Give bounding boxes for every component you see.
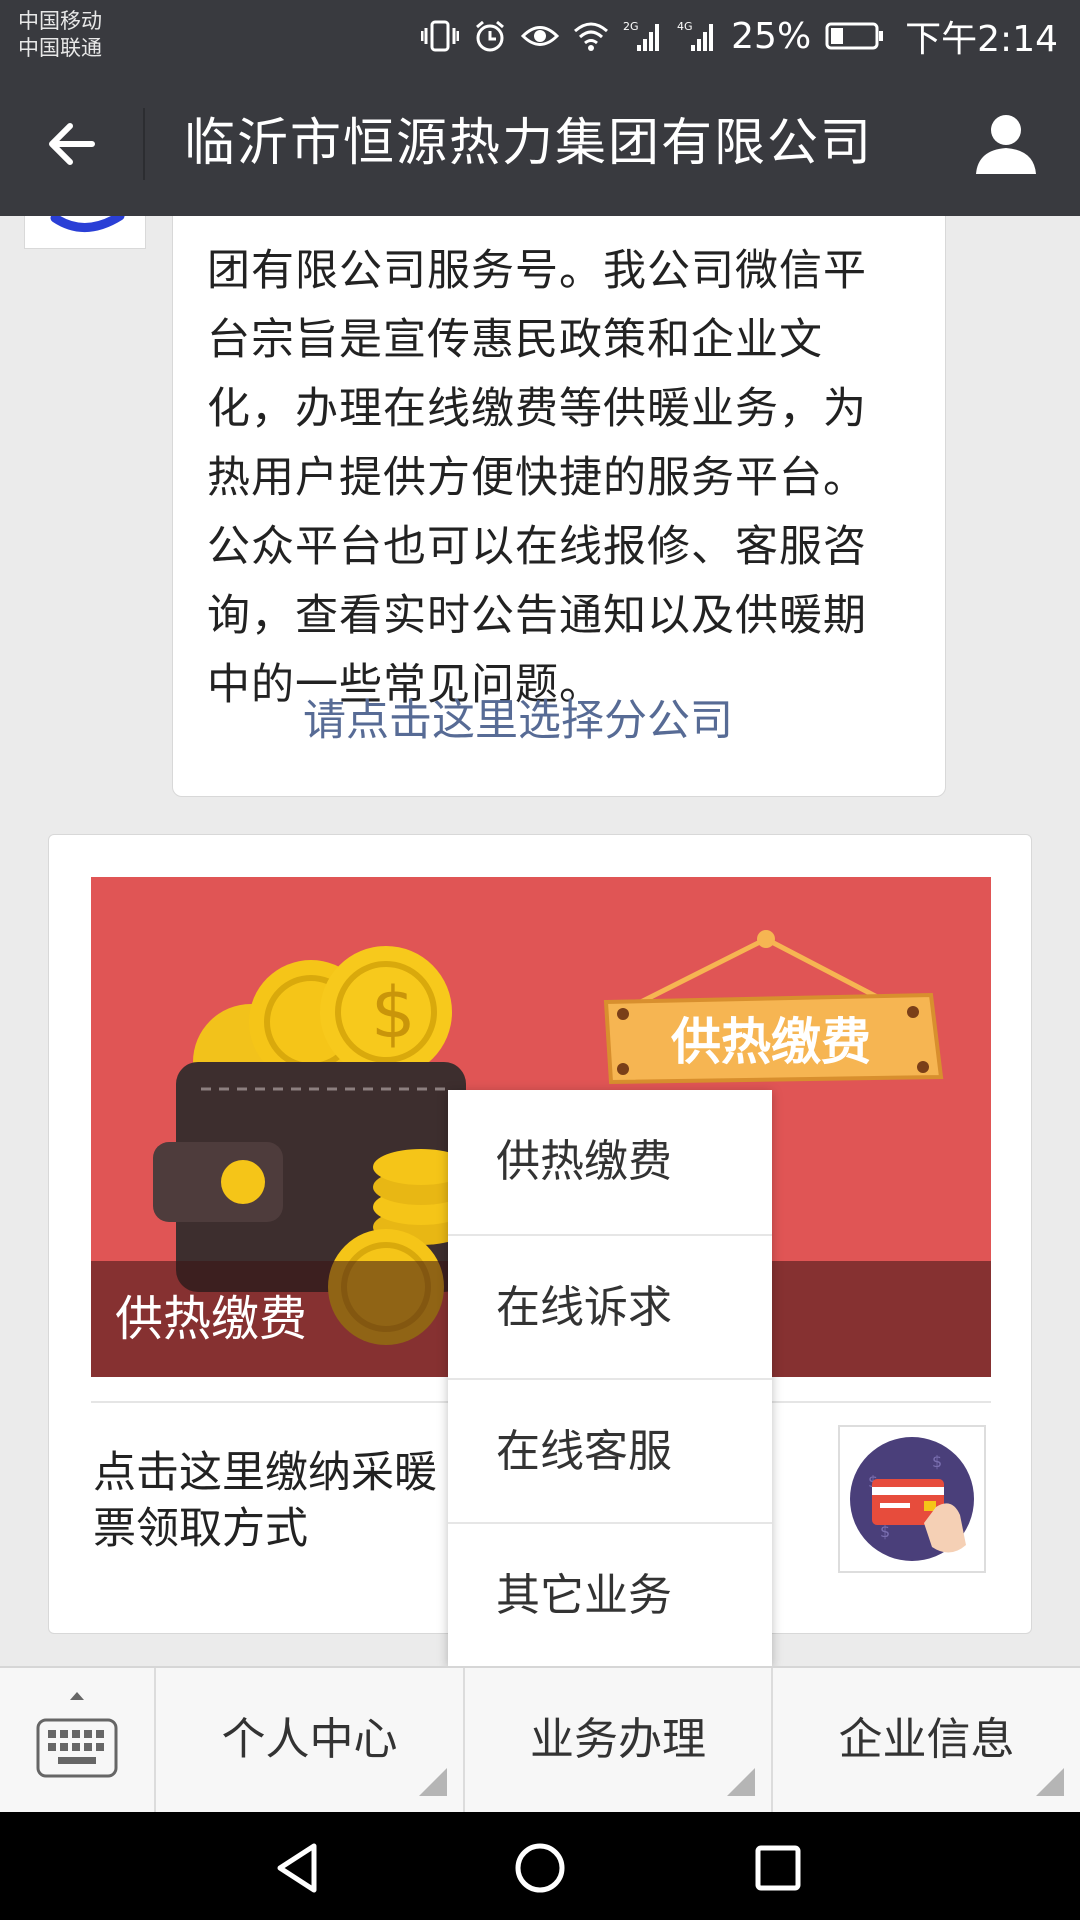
signal-4g-icon: 4G — [677, 20, 714, 51]
status-icons: 2G 4G 25% 下午2:14 — [421, 14, 1058, 60]
tab-label: 个人中心 — [221, 1714, 398, 1765]
vibrate-icon — [421, 20, 460, 52]
menu-item-online-service[interactable]: 在线客服 — [448, 1378, 772, 1522]
nav-divider — [143, 108, 145, 180]
message-line: 台宗旨是宣传惠民政策和企业文 — [207, 315, 823, 365]
keyboard-icon — [36, 1692, 118, 1778]
alarm-icon — [476, 20, 505, 52]
page-title: 临沂市恒源热力集团有限公司 — [184, 114, 874, 173]
title-bar: 临沂市恒源热力集团有限公司 — [0, 72, 1080, 216]
keyboard-toggle-button[interactable] — [0, 1668, 154, 1812]
account-avatar[interactable] — [24, 216, 146, 249]
select-branch-link[interactable]: 请点击这里选择分公司 — [303, 691, 733, 751]
menu-item-label: 其它业务 — [496, 1570, 672, 1621]
message-line: 询，查看实时公告通知以及供暖期 — [207, 591, 867, 641]
menu-item-label: 在线客服 — [496, 1426, 672, 1477]
carrier-1: 中国移动 — [18, 9, 102, 33]
carrier-2: 中国联通 — [18, 36, 102, 60]
system-navigation-bar — [0, 1812, 1080, 1920]
signal-1-label: 2G — [623, 20, 639, 33]
tab-label: 企业信息 — [838, 1714, 1015, 1765]
message-line: 热用户提供方便快捷的服务平台。 — [207, 453, 867, 503]
home-circle-icon[interactable] — [512, 1840, 568, 1896]
submenu-indicator-icon — [419, 1768, 447, 1796]
payment-card-icon: $ $ $ — [850, 1437, 974, 1561]
submenu-indicator-icon — [727, 1768, 755, 1796]
menu-item-label: 供热缴费 — [496, 1136, 672, 1187]
carrier-labels: 中国移动 中国联通 — [18, 8, 102, 62]
sub-article-thumbnail[interactable]: $ $ $ — [838, 1425, 986, 1573]
tab-label: 业务办理 — [530, 1714, 706, 1765]
tab-company-info[interactable]: 企业信息 — [771, 1668, 1080, 1812]
person-icon[interactable] — [972, 112, 1040, 176]
svg-text:$: $ — [371, 972, 416, 1054]
status-bar: 中国移动 中国联通 2G 4G 25% 下午2:14 — [0, 0, 1080, 72]
banner-caption-text: 供热缴费 — [115, 1291, 308, 1347]
menu-item-heating-payment[interactable]: 供热缴费 — [448, 1090, 772, 1234]
message-line: 化，办理在线缴费等供暖业务，为 — [207, 384, 867, 434]
banner-sign-text: 供热缴费 — [671, 1013, 871, 1071]
signal-2-label: 4G — [677, 20, 693, 33]
message-bubble: 团有限公司服务号。我公司微信平 台宗旨是宣传惠民政策和企业文 化，办理在线缴费等… — [172, 216, 946, 797]
tab-personal-center[interactable]: 个人中心 — [154, 1668, 463, 1812]
svg-text:$: $ — [932, 1452, 942, 1471]
logo-icon — [50, 216, 125, 232]
menu-item-label: 在线诉求 — [496, 1282, 672, 1333]
arrow-left-icon[interactable] — [44, 116, 100, 172]
message-line: 团有限公司服务号。我公司微信平 — [207, 246, 867, 296]
signal-2g-icon: 2G — [623, 20, 660, 51]
message-text: 团有限公司服务号。我公司微信平 台宗旨是宣传惠民政策和企业文 化，办理在线缴费等… — [207, 237, 927, 720]
wifi-icon — [574, 22, 609, 51]
battery-percent: 25% — [731, 15, 812, 57]
clock: 下午2:14 — [905, 19, 1058, 60]
service-popup-menu: 供热缴费 在线诉求 在线客服 其它业务 — [448, 1090, 772, 1666]
menu-item-online-request[interactable]: 在线诉求 — [448, 1234, 772, 1378]
battery-icon — [825, 22, 884, 50]
recents-square-icon[interactable] — [752, 1842, 804, 1894]
menu-item-other-business[interactable]: 其它业务 — [448, 1522, 772, 1666]
eye-icon — [521, 26, 560, 46]
tab-business-handling[interactable]: 业务办理 — [463, 1668, 771, 1812]
back-triangle-icon[interactable] — [270, 1840, 326, 1896]
message-line: 公众平台也可以在线报修、客服咨 — [207, 522, 867, 572]
submenu-indicator-icon — [1036, 1768, 1064, 1796]
bottom-menu: 个人中心 业务办理 企业信息 — [0, 1666, 1080, 1812]
